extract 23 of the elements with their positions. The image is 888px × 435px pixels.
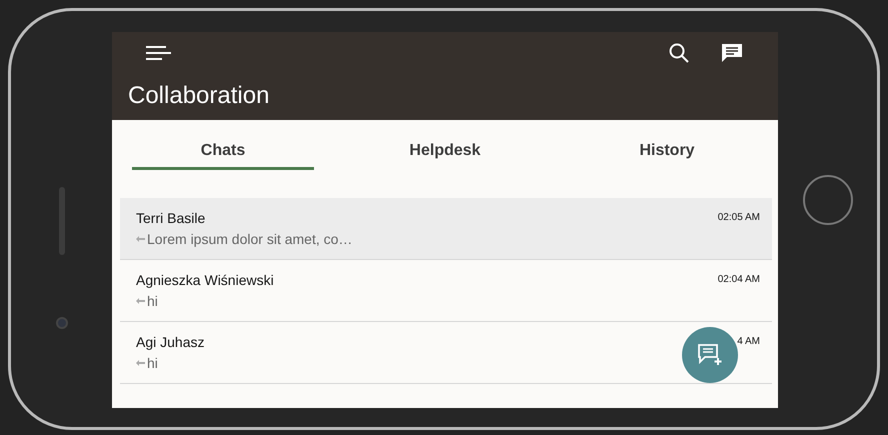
contact-name: Terri Basile: [136, 209, 206, 227]
tab[interactable]: History: [576, 142, 758, 170]
chat-row[interactable]: Terri Basile 02:05 AM Lorem ipsum dolor sit amet, co…: [120, 198, 772, 260]
message-time: 02:05 AM: [718, 211, 760, 225]
home-button[interactable]: [802, 175, 852, 225]
contact-name: Agnieszka Wiśniewski: [136, 271, 275, 289]
message-time: 02:04 AM: [718, 273, 760, 287]
reply-arrow-icon: [136, 236, 145, 242]
search-button[interactable]: [669, 43, 689, 63]
menu-button[interactable]: [146, 45, 171, 61]
tab[interactable]: Chats: [132, 142, 314, 170]
app-title: Collaboration: [128, 82, 270, 110]
camera-dot: [56, 317, 68, 329]
tab[interactable]: Helpdesk: [354, 142, 536, 170]
message-preview: Lorem ipsum dolor sit amet, co…: [147, 230, 352, 249]
message-time: 4 AM: [737, 335, 760, 349]
chat-plus-icon: [698, 344, 722, 366]
contact-name: Agi Juhasz: [136, 333, 206, 351]
reply-arrow-icon: [136, 298, 145, 304]
message-preview: hi: [147, 292, 158, 311]
reply-arrow-icon: [136, 360, 145, 366]
message-preview: hi: [147, 354, 158, 373]
chat-button[interactable]: [722, 43, 742, 63]
